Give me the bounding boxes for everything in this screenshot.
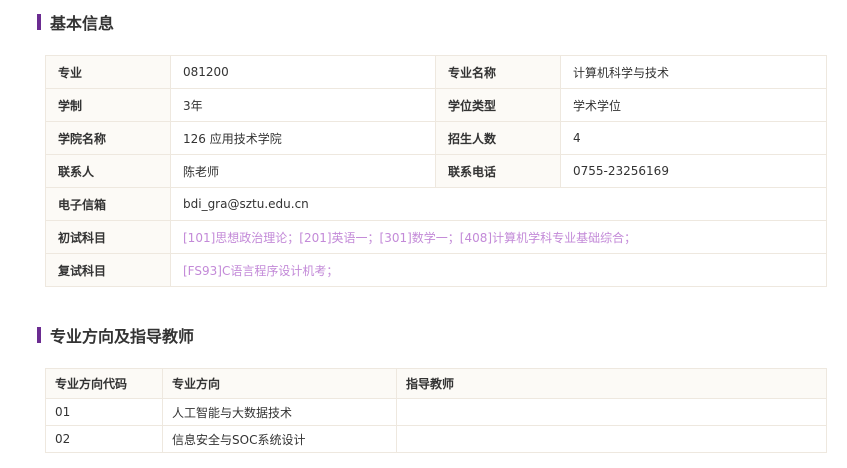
heading-accent-bar <box>37 14 41 30</box>
phone-value: 0755-23256169 <box>560 154 827 188</box>
direction-name-cell: 信息安全与SOC系统设计 <box>162 425 397 453</box>
degree-type-label: 学位类型 <box>435 88 561 122</box>
table-row: 初试科目 [101]思想政治理论；[201]英语一；[301]数学一；[408]… <box>45 220 827 254</box>
major-code-label: 专业 <box>45 55 171 89</box>
retest-label: 复试科目 <box>45 253 171 287</box>
initial-exam-label: 初试科目 <box>45 220 171 254</box>
contact-label: 联系人 <box>45 154 171 188</box>
table-row: 01 人工智能与大数据技术 <box>45 398 827 426</box>
basic-info-title: 基本信息 <box>50 14 115 33</box>
direction-name-header: 专业方向 <box>162 368 397 399</box>
table-row: 学院名称 126 应用技术学院 招生人数 4 <box>45 121 827 155</box>
basic-info-table: 专业 081200 专业名称 计算机科学与技术 学制 3年 学位类型 学术学位 … <box>45 55 827 287</box>
table-header-row: 专业方向代码 专业方向 指导教师 <box>45 368 827 399</box>
major-name-value: 计算机科学与技术 <box>560 55 827 89</box>
directions-title: 专业方向及指导教师 <box>50 327 195 346</box>
enrollment-value: 4 <box>560 121 827 155</box>
duration-label: 学制 <box>45 88 171 122</box>
major-name-label: 专业名称 <box>435 55 561 89</box>
directions-table: 专业方向代码 专业方向 指导教师 01 人工智能与大数据技术 02 信息安全与S… <box>45 368 827 453</box>
table-row: 联系人 陈老师 联系电话 0755-23256169 <box>45 154 827 188</box>
college-value: 126 应用技术学院 <box>170 121 436 155</box>
email-value: bdi_gra@sztu.edu.cn <box>170 187 827 221</box>
enrollment-label: 招生人数 <box>435 121 561 155</box>
direction-code-cell: 01 <box>45 398 163 426</box>
directions-heading: 专业方向及指导教师 <box>37 326 195 346</box>
basic-info-heading: 基本信息 <box>37 13 115 33</box>
initial-exam-subjects: [101]思想政治理论；[201]英语一；[301]数学一；[408]计算机学科… <box>170 220 827 254</box>
direction-name-cell: 人工智能与大数据技术 <box>162 398 397 426</box>
direction-code-cell: 02 <box>45 425 163 453</box>
heading-accent-bar <box>37 327 41 343</box>
contact-value: 陈老师 <box>170 154 436 188</box>
direction-code-header: 专业方向代码 <box>45 368 163 399</box>
table-row: 学制 3年 学位类型 学术学位 <box>45 88 827 122</box>
retest-subjects: [FS93]C语言程序设计机考； <box>170 253 827 287</box>
degree-type-value: 学术学位 <box>560 88 827 122</box>
duration-value: 3年 <box>170 88 436 122</box>
advisor-header: 指导教师 <box>396 368 827 399</box>
email-label: 电子信箱 <box>45 187 171 221</box>
table-row: 复试科目 [FS93]C语言程序设计机考； <box>45 253 827 287</box>
advisor-cell <box>396 425 827 453</box>
table-row: 专业 081200 专业名称 计算机科学与技术 <box>45 55 827 89</box>
college-label: 学院名称 <box>45 121 171 155</box>
advisor-cell <box>396 398 827 426</box>
major-code-value: 081200 <box>170 55 436 89</box>
table-row: 电子信箱 bdi_gra@sztu.edu.cn <box>45 187 827 221</box>
phone-label: 联系电话 <box>435 154 561 188</box>
table-row: 02 信息安全与SOC系统设计 <box>45 425 827 453</box>
